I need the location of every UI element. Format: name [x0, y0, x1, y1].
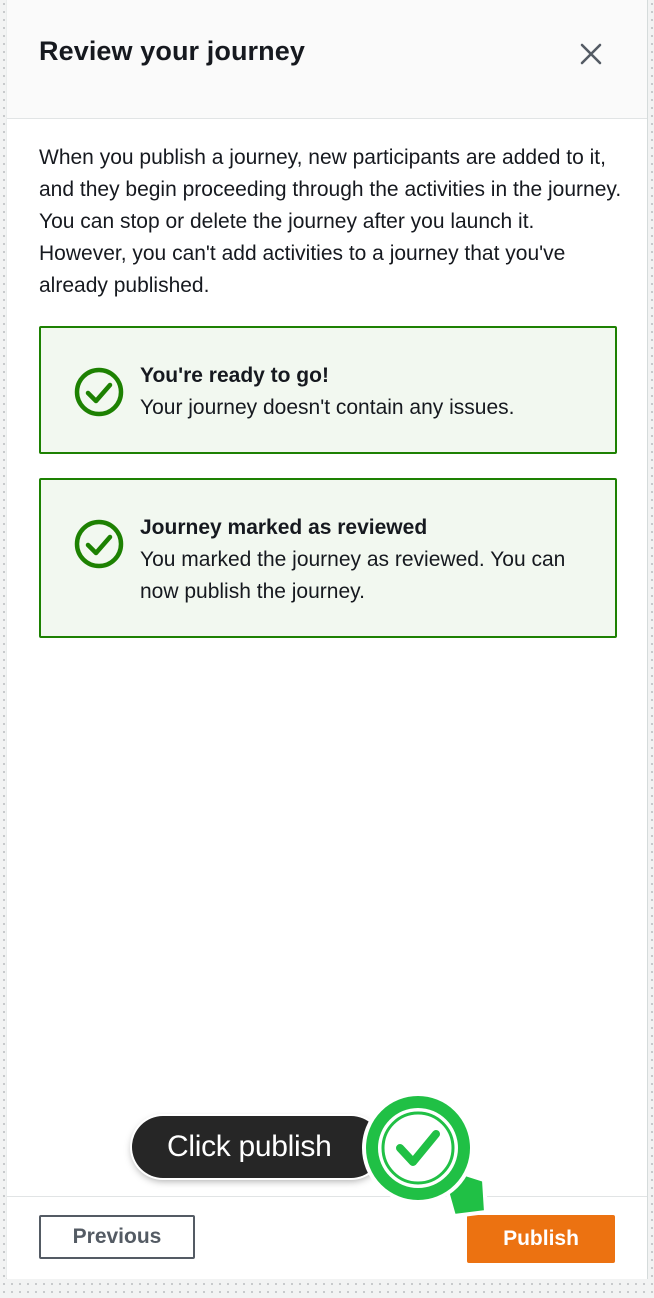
alert-message: You marked the journey as reviewed. You … [140, 548, 566, 603]
check-circle-icon [74, 367, 124, 417]
guide-tooltip-text: Click publish [167, 1130, 332, 1163]
close-icon [580, 43, 602, 65]
page-title: Review your journey [39, 36, 305, 66]
close-button[interactable] [573, 36, 609, 72]
panel-footer: Previous Publish [7, 1196, 647, 1279]
check-circle-icon [74, 519, 124, 569]
alert-title: You're ready to go! [140, 364, 329, 387]
ready-alert: You're ready to go! Your journey doesn't… [39, 326, 617, 454]
guide-tooltip: Click publish [132, 1116, 382, 1178]
alert-message: Your journey doesn't contain any issues. [140, 396, 515, 419]
review-journey-panel: Review your journey When you publish a j… [6, 0, 648, 1279]
alert-title: Journey marked as reviewed [140, 516, 428, 539]
previous-button[interactable]: Previous [39, 1215, 195, 1259]
journey-description: When you publish a journey, new particip… [39, 146, 622, 297]
checkmark-pointer-icon[interactable] [356, 1090, 496, 1230]
reviewed-alert: Journey marked as reviewed You marked th… [39, 478, 617, 638]
panel-header: Review your journey [7, 0, 647, 119]
